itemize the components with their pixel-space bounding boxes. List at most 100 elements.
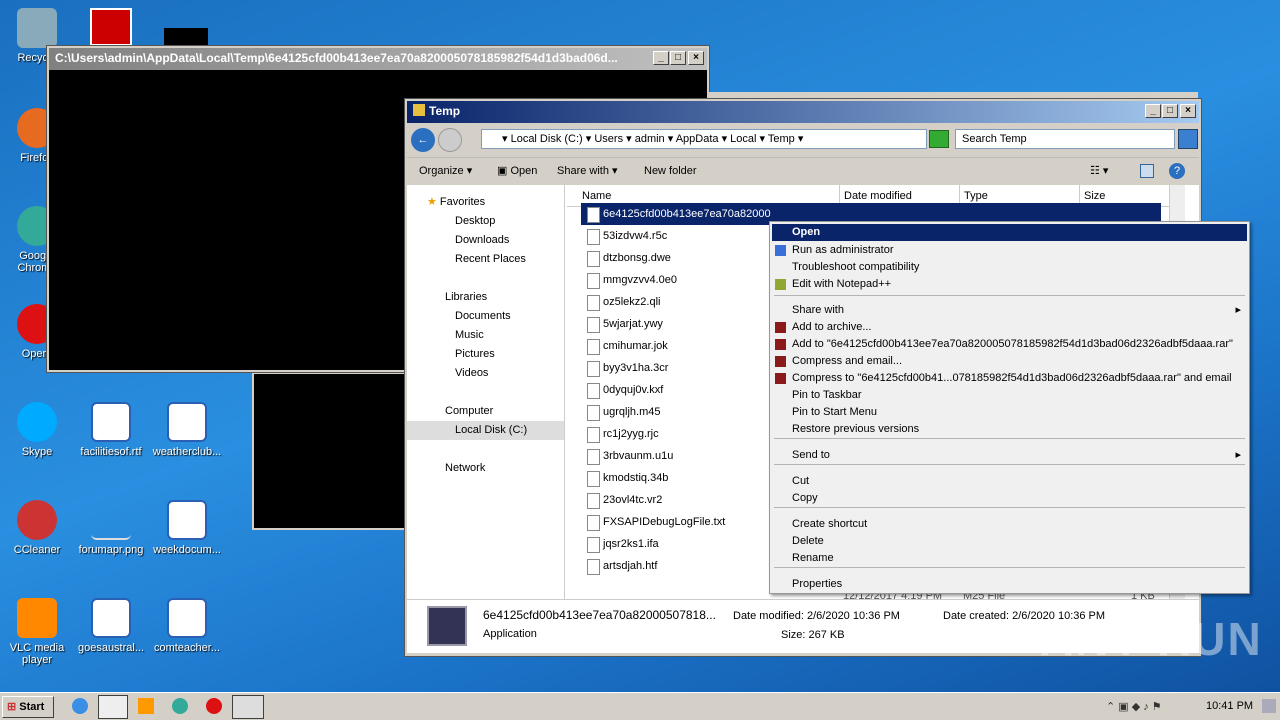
menu-separator: [774, 567, 1245, 568]
file-row[interactable]: oz5lekz2.qli: [581, 291, 660, 313]
file-row[interactable]: 23ovl4tc.vr2: [581, 489, 662, 511]
file-row[interactable]: 53izdvw4.r5c: [581, 225, 667, 247]
file-row[interactable]: cmihumar.jok: [581, 335, 668, 357]
ie-icon[interactable]: [72, 698, 88, 714]
share-with-button[interactable]: Share with ▾: [557, 158, 618, 184]
menu-item-cut[interactable]: Cut: [772, 473, 1247, 490]
media-player-icon[interactable]: [138, 698, 154, 714]
menu-item-compress-to-6e4125cfd00b41-078[interactable]: Compress to "6e4125cfd00b41...078185982f…: [772, 370, 1247, 387]
file-row[interactable]: 0dyquj0v.kxf: [581, 379, 663, 401]
desktop-file-goesaustral[interactable]: goesaustral...: [76, 598, 146, 654]
crumb-local[interactable]: Local: [730, 133, 756, 145]
chrome-taskbar-icon[interactable]: [172, 698, 188, 714]
menu-item-edit-with-notepad[interactable]: Edit with Notepad++: [772, 276, 1247, 293]
file-row[interactable]: rc1j2yyg.rjc: [581, 423, 659, 445]
file-row[interactable]: FXSAPIDebugLogFile.txt: [581, 511, 725, 533]
menu-item-share-with[interactable]: Share with ▸: [772, 302, 1247, 319]
explorer-taskbar-button[interactable]: [98, 695, 128, 719]
menu-item-restore-previous-versions[interactable]: Restore previous versions: [772, 421, 1247, 438]
minimize-button[interactable]: _: [1145, 104, 1161, 118]
open-button[interactable]: ▣ Open: [497, 158, 537, 184]
cmd-taskbar-button[interactable]: [232, 695, 264, 719]
navigation-pane[interactable]: ★ Favorites Desktop Downloads Recent Pla…: [407, 185, 565, 599]
file-row[interactable]: jqsr2ks1.ifa: [581, 533, 659, 555]
nav-recent-places[interactable]: Recent Places: [407, 250, 564, 269]
opera-taskbar-icon[interactable]: [206, 698, 222, 714]
menu-item-troubleshoot-compatibility[interactable]: Troubleshoot compatibility: [772, 259, 1247, 276]
desktop-icon-skype[interactable]: Skype: [2, 402, 72, 458]
address-bar[interactable]: ▾ Local Disk (C:) ▾ Users ▾ admin ▾ AppD…: [481, 129, 927, 149]
context-menu[interactable]: Open Run as administrator Troubleshoot com…: [769, 221, 1250, 594]
background-window[interactable]: [252, 372, 412, 530]
file-row[interactable]: byy3v1ha.3cr: [581, 357, 668, 379]
start-button[interactable]: ⊞ Start: [2, 696, 54, 718]
cmd-title-bar[interactable]: C:\Users\admin\AppData\Local\Temp\6e4125…: [49, 48, 707, 70]
menu-item-rename[interactable]: Rename: [772, 550, 1247, 567]
desktop-file-weatherclub[interactable]: weatherclub...: [152, 402, 222, 458]
forward-button[interactable]: [438, 128, 462, 152]
minimize-button[interactable]: _: [653, 51, 669, 65]
menu-item-add-to-archive[interactable]: Add to archive...: [772, 319, 1247, 336]
nav-local-disk[interactable]: Local Disk (C:): [407, 421, 564, 440]
new-folder-button[interactable]: New folder: [644, 158, 697, 184]
file-row[interactable]: ugrqljh.m45: [581, 401, 660, 423]
file-row[interactable]: mmgvzvv4.0e0: [581, 269, 677, 291]
crumb-temp[interactable]: Temp: [768, 133, 795, 145]
nav-computer[interactable]: Computer: [407, 402, 564, 421]
menu-item-create-shortcut[interactable]: Create shortcut: [772, 516, 1247, 533]
desktop-file-facilitiesof[interactable]: facilitiesof.rtf: [76, 402, 146, 458]
details-modified: Date modified: 2/6/2020 10:36 PM: [733, 610, 900, 622]
menu-item-add-to-6e4125cfd00b413ee7ea70a[interactable]: Add to "6e4125cfd00b413ee7ea70a820005078…: [772, 336, 1247, 353]
clock[interactable]: 10:41 PM: [1206, 700, 1253, 712]
preview-pane-icon[interactable]: [1140, 164, 1154, 178]
file-row[interactable]: dtzbonsg.dwe: [581, 247, 671, 269]
nav-network[interactable]: Network: [407, 459, 564, 478]
desktop-file-weekdocum[interactable]: weekdocum...: [152, 500, 222, 556]
menu-item-delete[interactable]: Delete: [772, 533, 1247, 550]
acrobat-icon[interactable]: [90, 8, 132, 46]
menu-item-pin-to-start-menu[interactable]: Pin to Start Menu: [772, 404, 1247, 421]
menu-item-open[interactable]: Open: [772, 224, 1247, 241]
star-icon: ★: [427, 196, 440, 208]
file-row[interactable]: artsdjah.htf: [581, 555, 657, 577]
explorer-title-bar[interactable]: Temp _ □ ×: [407, 101, 1199, 123]
nav-desktop[interactable]: Desktop: [407, 212, 564, 231]
nav-favorites[interactable]: ★ Favorites: [407, 193, 564, 212]
desktop-file-comteacher[interactable]: comteacher...: [152, 598, 222, 654]
nav-libraries[interactable]: Libraries: [407, 288, 564, 307]
menu-item-properties[interactable]: Properties: [772, 576, 1247, 593]
desktop-icon-vlc[interactable]: VLC media player: [2, 598, 72, 666]
nav-pictures[interactable]: Pictures: [407, 345, 564, 364]
organize-button[interactable]: Organize ▾: [419, 158, 472, 184]
close-button[interactable]: ×: [688, 51, 704, 65]
search-input[interactable]: Search Temp: [955, 129, 1175, 149]
menu-item-run-as-administrator[interactable]: Run as administrator: [772, 242, 1247, 259]
crumb-admin[interactable]: admin: [635, 133, 665, 145]
search-icon[interactable]: [1178, 129, 1198, 149]
nav-music[interactable]: Music: [407, 326, 564, 345]
file-row[interactable]: kmodstiq.34b: [581, 467, 668, 489]
maximize-button[interactable]: □: [1162, 104, 1178, 118]
nav-videos[interactable]: Videos: [407, 364, 564, 383]
view-options-icon[interactable]: ☷ ▾: [1090, 158, 1108, 184]
black-icon[interactable]: [164, 28, 208, 46]
refresh-button[interactable]: [929, 130, 949, 148]
desktop-icon-ccleaner[interactable]: CCleaner: [2, 500, 72, 556]
menu-item-compress-and-email[interactable]: Compress and email...: [772, 353, 1247, 370]
back-button[interactable]: ←: [411, 128, 435, 152]
desktop-file-forumapr[interactable]: forumapr.png: [76, 500, 146, 556]
crumb-users[interactable]: Users: [594, 133, 623, 145]
file-row[interactable]: 5wjarjat.ywy: [581, 313, 663, 335]
show-desktop-button[interactable]: [1262, 699, 1276, 713]
crumb-appdata[interactable]: AppData: [676, 133, 719, 145]
nav-downloads[interactable]: Downloads: [407, 231, 564, 250]
menu-item-copy[interactable]: Copy: [772, 490, 1247, 507]
menu-item-send-to[interactable]: Send to ▸: [772, 447, 1247, 464]
close-button[interactable]: ×: [1180, 104, 1196, 118]
help-icon[interactable]: ?: [1169, 163, 1185, 179]
nav-documents[interactable]: Documents: [407, 307, 564, 326]
file-row[interactable]: 3rbvaunm.u1u: [581, 445, 673, 467]
maximize-button[interactable]: □: [670, 51, 686, 65]
menu-item-pin-to-taskbar[interactable]: Pin to Taskbar: [772, 387, 1247, 404]
crumb-local-disk[interactable]: Local Disk (C:): [511, 133, 583, 145]
